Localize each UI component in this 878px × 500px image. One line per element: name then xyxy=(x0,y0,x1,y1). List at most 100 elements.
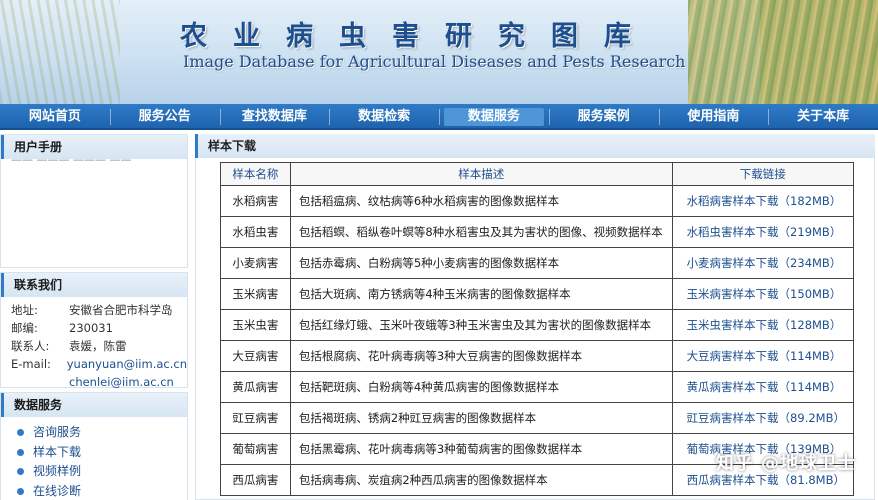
download-link[interactable]: 玉米病害样本下载（150MB） xyxy=(671,278,855,310)
banner-rice-left-image xyxy=(0,0,120,104)
bullet-icon xyxy=(17,429,24,437)
contact-panel: 联系我们 地址: 安徽省合肥市科学岛 邮编: 230031 联系人: 袁媛，陈雷… xyxy=(0,272,188,389)
service-item-label: 咨询服务 xyxy=(33,425,82,439)
download-link[interactable]: 黄瓜病害样本下载（114MB） xyxy=(671,371,855,403)
contact-title: 联系我们 xyxy=(1,273,187,297)
bullet-icon xyxy=(17,468,24,476)
nav-announcements-label: 服务公告 xyxy=(138,109,191,124)
table-row: 豇豆病害 包括褐斑病、锈病2种豇豆病害的图像数据样本 豇豆病害样本下载（89.2… xyxy=(220,402,855,434)
nav-home-label: 网站首页 xyxy=(28,109,81,124)
nav-user-guide-label: 使用指南 xyxy=(687,109,740,124)
download-link[interactable]: 小麦病害样本下载（234MB） xyxy=(671,247,855,279)
sample-description: 包括赤霉病、白粉病等5种小麦病害的图像数据样本 xyxy=(289,247,673,279)
service-item-label: 视频样例 xyxy=(33,464,82,478)
data-service-title: 数据服务 xyxy=(1,393,187,417)
contact-row-person: 联系人: 袁媛，陈雷 xyxy=(11,337,187,355)
download-link[interactable]: 大豆病害样本下载（114MB） xyxy=(671,340,855,372)
contact-label: E-mail: xyxy=(11,357,51,371)
site-title-chinese: 农业病虫害研究图库 xyxy=(180,21,657,52)
nav-data-search-label: 数据检索 xyxy=(358,109,411,124)
nav-data-service[interactable]: 数据服务 xyxy=(439,104,549,130)
column-header-name: 样本名称 xyxy=(220,162,291,186)
contact-value: 安徽省合肥市科学岛 xyxy=(69,303,173,317)
nav-about[interactable]: 关于本库 xyxy=(768,104,878,130)
service-item-label: 样本下载 xyxy=(33,444,82,459)
nav-home[interactable]: 网站首页 xyxy=(0,104,110,130)
contact-row-address: 地址: 安徽省合肥市科学岛 xyxy=(11,301,187,319)
sample-description: 包括褐斑病、锈病2种豇豆病害的图像数据样本 xyxy=(289,402,673,434)
sample-name: 豇豆病害 xyxy=(220,402,291,434)
nav-about-label: 关于本库 xyxy=(797,109,850,124)
banner-rice-field-image xyxy=(688,0,878,104)
user-manual-panel: 用户手册 —— ——— ——— —— xyxy=(0,134,188,268)
contact-value: 230031 xyxy=(69,321,113,335)
service-item-video-samples[interactable]: 视频样例 xyxy=(17,462,187,482)
sample-description: 包括靶斑病、白粉病等4种黄瓜病害的图像数据样本 xyxy=(289,371,673,403)
service-item-consult[interactable]: 咨询服务 xyxy=(17,423,187,443)
download-link[interactable]: 水稻病害样本下载（182MB） xyxy=(671,185,855,217)
data-service-list: 咨询服务 样本下载 视频样例 在线诊断 xyxy=(1,417,187,500)
service-item-online-diagnosis[interactable]: 在线诊断 xyxy=(17,482,187,500)
main-navigation: 网站首页 服务公告 查找数据库 数据检索 数据服务 服务案例 使用指南 关于本库 xyxy=(0,104,878,130)
user-manual-scroll-area[interactable]: —— ——— ——— —— xyxy=(1,159,187,267)
user-manual-title: 用户手册 xyxy=(1,135,187,159)
contact-value: 袁媛，陈雷 xyxy=(69,339,127,353)
nav-service-cases[interactable]: 服务案例 xyxy=(548,104,659,130)
sample-description: 包括红缘灯蛾、玉米叶夜蛾等3种玉米害虫及其为害状的图像数据样本 xyxy=(289,309,673,341)
download-link[interactable]: 水稻虫害样本下载（219MB） xyxy=(671,216,855,248)
sample-name: 水稻虫害 xyxy=(220,216,291,248)
service-item-sample-download[interactable]: 样本下载 xyxy=(17,443,187,463)
nav-find-database-label: 查找数据库 xyxy=(241,109,307,124)
site-title-english: Image Database for Agricultural Diseases… xyxy=(183,52,686,71)
sample-description: 包括大斑病、南方锈病等4种玉米病害的图像数据样本 xyxy=(289,278,673,310)
sample-name: 大豆病害 xyxy=(220,340,291,372)
user-manual-clipped-text: —— ——— ——— —— xyxy=(11,159,132,166)
contact-label: 邮编: xyxy=(11,321,38,335)
main-content: 样本下载 样本名称 样本描述 下载链接 水稻病害 包括稻瘟病、纹枯病等6种水稻病… xyxy=(195,134,875,500)
contact-label xyxy=(11,373,69,391)
bullet-icon xyxy=(17,448,24,456)
nav-find-database[interactable]: 查找数据库 xyxy=(219,104,330,130)
nav-data-search[interactable]: 数据检索 xyxy=(329,104,439,130)
site-banner: 农业病虫害研究图库 Image Database for Agricultura… xyxy=(0,0,878,104)
contact-label: 联系人: xyxy=(11,339,50,353)
table-header-row: 样本名称 样本描述 下载链接 xyxy=(220,162,855,186)
sample-name: 黄瓜病害 xyxy=(220,371,291,403)
nav-service-cases-label: 服务案例 xyxy=(577,109,630,124)
sample-description: 包括病毒病、炭疽病2种西瓜病害的图像数据样本 xyxy=(289,464,673,496)
nav-data-service-label: 数据服务 xyxy=(443,108,544,126)
table-row: 水稻虫害 包括稻螟、稻纵卷叶螟等8种水稻害虫及其为害状的图像、视频数据样本 水稻… xyxy=(220,216,855,248)
contact-info: 地址: 安徽省合肥市科学岛 邮编: 230031 联系人: 袁媛，陈雷 E-ma… xyxy=(1,297,187,389)
email-link[interactable]: chenlei@iim.ac.cn xyxy=(69,373,174,391)
download-link[interactable]: 玉米虫害样本下载（128MB） xyxy=(671,309,855,341)
table-row: 玉米虫害 包括红缘灯蛾、玉米叶夜蛾等3种玉米害虫及其为害状的图像数据样本 玉米虫… xyxy=(220,309,855,341)
sample-name: 玉米虫害 xyxy=(220,309,291,341)
data-service-panel: 数据服务 咨询服务 样本下载 视频样例 在线诊断 xyxy=(0,392,188,500)
sample-name: 玉米病害 xyxy=(220,278,291,310)
table-row: 黄瓜病害 包括靶斑病、白粉病等4种黄瓜病害的图像数据样本 黄瓜病害样本下载（11… xyxy=(220,371,855,403)
sample-description: 包括稻瘟病、纹枯病等6种水稻病害的图像数据样本 xyxy=(289,185,673,217)
email-link[interactable]: yuanyuan@iim.ac.cn xyxy=(67,355,187,373)
column-header-description: 样本描述 xyxy=(289,162,673,186)
sample-name: 小麦病害 xyxy=(220,247,291,279)
sample-description: 包括根腐病、花叶病毒病等3种大豆病害的图像数据样本 xyxy=(289,340,673,372)
zhihu-watermark: 知乎 @地球卫士 xyxy=(715,453,856,474)
nav-announcements[interactable]: 服务公告 xyxy=(109,104,220,130)
contact-row-postcode: 邮编: 230031 xyxy=(11,319,187,337)
column-header-download: 下载链接 xyxy=(671,162,855,186)
contact-row-email: E-mail: yuanyuan@iim.ac.cn xyxy=(11,355,187,373)
service-item-label: 在线诊断 xyxy=(33,483,82,498)
sample-name: 西瓜病害 xyxy=(220,464,291,496)
nav-user-guide[interactable]: 使用指南 xyxy=(658,104,769,130)
bullet-icon xyxy=(17,487,24,495)
left-sidebar: 用户手册 —— ——— ——— —— 联系我们 地址: 安徽省合肥市科学岛 邮编… xyxy=(0,134,188,500)
contact-row-email-2: chenlei@iim.ac.cn xyxy=(11,373,187,391)
sample-download-title: 样本下载 xyxy=(195,134,875,158)
table-row: 大豆病害 包括根腐病、花叶病毒病等3种大豆病害的图像数据样本 大豆病害样本下载（… xyxy=(220,340,855,372)
table-row: 水稻病害 包括稻瘟病、纹枯病等6种水稻病害的图像数据样本 水稻病害样本下载（18… xyxy=(220,185,855,217)
sample-description: 包括黑霉病、花叶病毒病等3种葡萄病害的图像数据样本 xyxy=(289,433,673,465)
download-link[interactable]: 豇豆病害样本下载（89.2MB） xyxy=(671,402,855,434)
table-row: 玉米病害 包括大斑病、南方锈病等4种玉米病害的图像数据样本 玉米病害样本下载（1… xyxy=(220,278,855,310)
sample-name: 葡萄病害 xyxy=(220,433,291,465)
table-row: 小麦病害 包括赤霉病、白粉病等5种小麦病害的图像数据样本 小麦病害样本下载（23… xyxy=(220,247,855,279)
